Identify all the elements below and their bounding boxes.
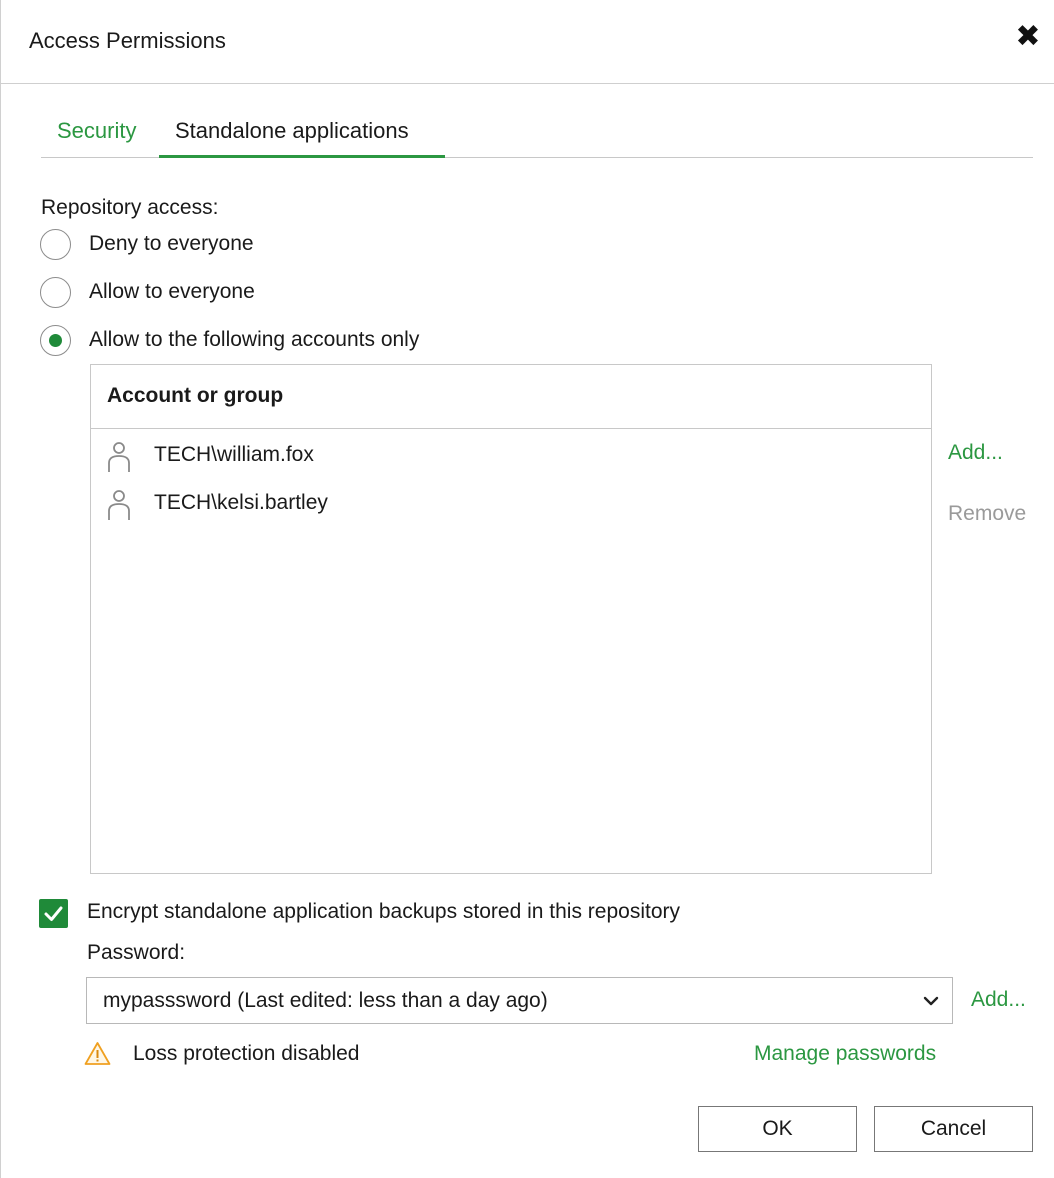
user-icon (108, 490, 130, 520)
remove-account-link[interactable]: Remove (948, 502, 1026, 526)
tab-bar: Security Standalone applications (41, 112, 1033, 158)
account-name: TECH\kelsi.bartley (154, 491, 328, 514)
dialog-title: Access Permissions (29, 28, 226, 53)
ok-button[interactable]: OK (698, 1106, 857, 1152)
add-password-link[interactable]: Add... (971, 988, 1026, 1012)
manage-passwords-link[interactable]: Manage passwords (754, 1042, 936, 1066)
radio-allow-following-accounts[interactable] (40, 325, 71, 356)
password-label: Password: (87, 941, 186, 964)
checkmark-icon (44, 906, 63, 921)
add-account-link[interactable]: Add... (948, 441, 1003, 465)
title-bar: Access Permissions ✖ (1, 0, 1054, 84)
password-dropdown-value: mypasssword (Last edited: less than a da… (103, 989, 548, 1012)
warning-icon (84, 1042, 111, 1065)
chevron-down-icon (923, 996, 939, 1006)
radio-allow-to-everyone-label[interactable]: Allow to everyone (89, 280, 255, 304)
password-dropdown[interactable]: mypasssword (Last edited: less than a da… (86, 977, 953, 1024)
radio-selected-dot (49, 334, 62, 347)
close-icon[interactable]: ✖ (1011, 20, 1045, 54)
user-icon (108, 442, 130, 472)
loss-protection-status: Loss protection disabled (133, 1042, 360, 1065)
repository-access-label: Repository access: (41, 196, 219, 219)
encrypt-backups-label[interactable]: Encrypt standalone application backups s… (87, 900, 680, 924)
column-header-account-or-group[interactable]: Account or group (91, 365, 931, 429)
column-header-label: Account or group (107, 384, 284, 407)
encrypt-backups-checkbox[interactable] (39, 899, 68, 928)
cancel-button[interactable]: Cancel (874, 1106, 1033, 1152)
list-item[interactable]: TECH\kelsi.bartley (91, 481, 931, 527)
active-tab-indicator (159, 155, 445, 158)
radio-deny-to-everyone-label[interactable]: Deny to everyone (89, 232, 254, 256)
tab-security[interactable]: Security (57, 118, 136, 156)
radio-allow-to-everyone[interactable] (40, 277, 71, 308)
tab-standalone-applications[interactable]: Standalone applications (175, 118, 409, 156)
list-item[interactable]: TECH\william.fox (91, 433, 931, 479)
radio-allow-following-accounts-label[interactable]: Allow to the following accounts only (89, 328, 419, 352)
radio-deny-to-everyone[interactable] (40, 229, 71, 260)
accounts-list[interactable]: Account or group TECH\william.fox TECH\k… (90, 364, 932, 874)
account-name: TECH\william.fox (154, 443, 314, 466)
access-permissions-dialog: Access Permissions ✖ Security Standalone… (0, 0, 1054, 1178)
